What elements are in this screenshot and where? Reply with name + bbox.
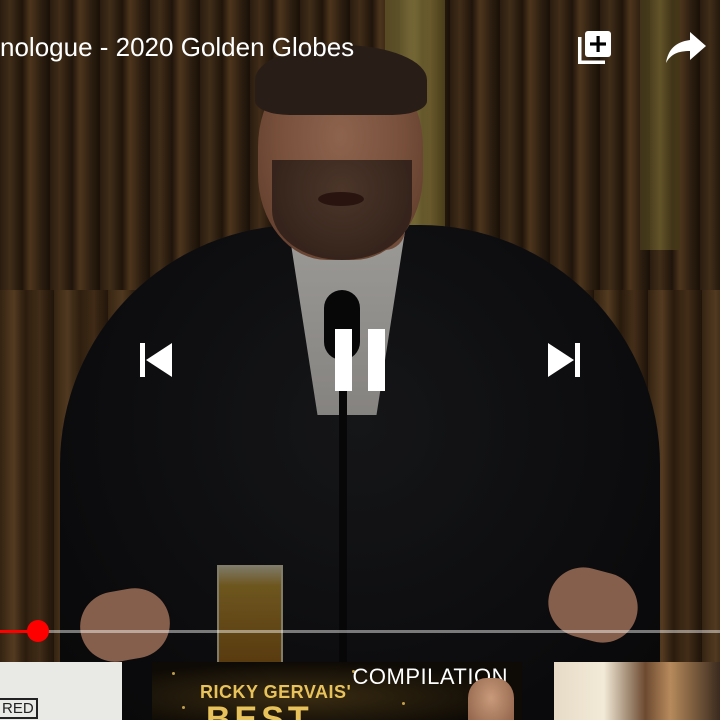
progress-bar[interactable]	[0, 620, 720, 642]
video-player[interactable]: nologue - 2020 Golden Globes RED COMPILA…	[0, 0, 720, 720]
next-button[interactable]	[536, 336, 592, 384]
video-title: nologue - 2020 Golden Globes	[0, 32, 355, 62]
thumbnail-text: RED	[0, 698, 38, 719]
skip-next-icon	[548, 343, 580, 377]
sparkle	[172, 672, 175, 675]
related-video-thumbnail[interactable]: COMPILATION RICKY GERVAIS' BEST	[152, 662, 522, 720]
related-video-thumbnail[interactable]: RED	[0, 662, 122, 720]
sparkle	[402, 702, 405, 705]
add-to-playlist-icon	[578, 31, 611, 64]
pause-icon	[335, 329, 385, 391]
thumbnail-title-line2: BEST	[206, 700, 313, 720]
related-videos-row: RED COMPILATION RICKY GERVAIS' BEST	[0, 662, 720, 720]
previous-button[interactable]	[128, 336, 184, 384]
share-button[interactable]	[660, 22, 712, 74]
scrubber-handle[interactable]	[27, 620, 49, 642]
add-to-playlist-button[interactable]	[568, 22, 620, 74]
thumbnail-face	[468, 678, 514, 720]
share-icon	[666, 32, 706, 63]
related-video-thumbnail[interactable]	[554, 662, 720, 720]
sparkle	[182, 706, 185, 709]
skip-previous-icon	[140, 343, 172, 377]
pause-button[interactable]	[320, 322, 400, 398]
